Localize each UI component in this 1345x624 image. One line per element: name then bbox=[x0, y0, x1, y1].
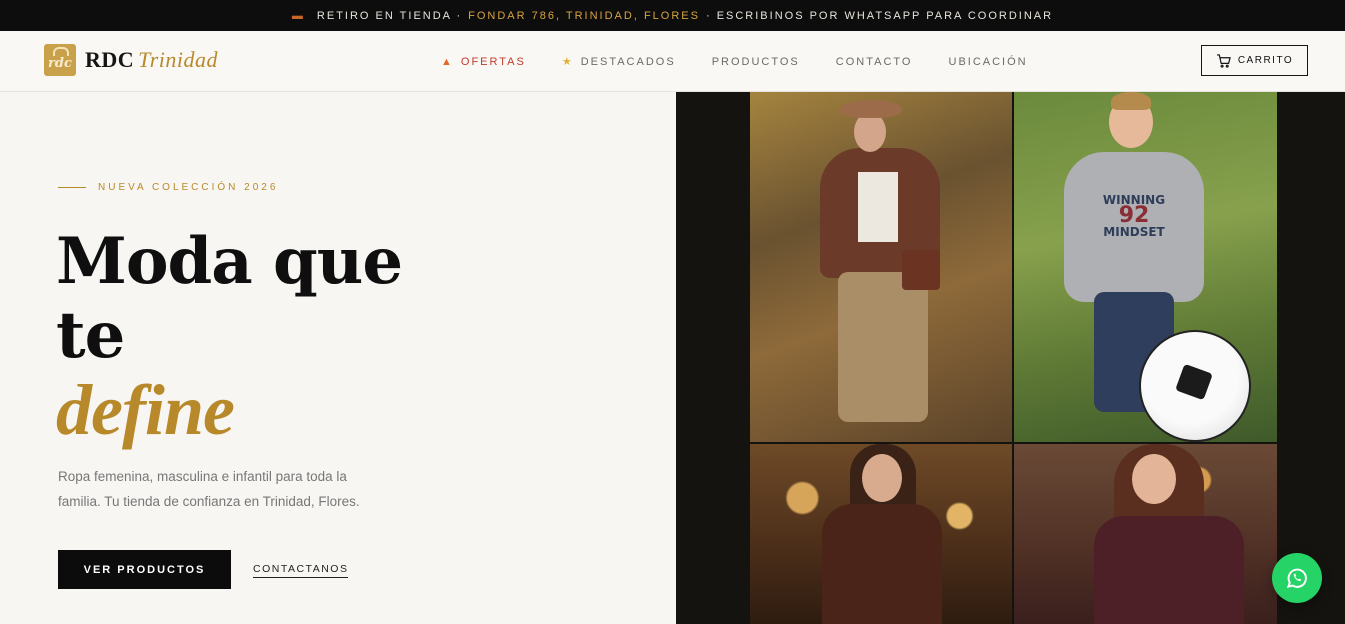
figure-handbag bbox=[902, 250, 940, 290]
photo-kid-soccer: WINNING 92 MINDSET bbox=[1014, 92, 1277, 442]
announcement-lead: RETIRO EN TIENDA · bbox=[316, 9, 463, 22]
sweatshirt-print: WINNING 92 MINDSET bbox=[1094, 192, 1174, 240]
headline-line-1: Moda que bbox=[56, 224, 403, 299]
nav-menu: ▲ OFERTAS ★ DESTACADOS PRODUCTOS CONTACT… bbox=[441, 31, 1064, 92]
figure-hair bbox=[1111, 92, 1151, 110]
truck-icon: ▬ bbox=[291, 9, 305, 22]
nav-item-label: OFERTAS bbox=[460, 55, 526, 68]
announcement-address: FONDAR 786, TRINIDAD, FLORES bbox=[468, 9, 700, 22]
brand-name: RDC Trinidad bbox=[85, 47, 218, 73]
nav-item-label: CONTACTO bbox=[835, 55, 913, 68]
hero-description: Ropa femenina, masculina e infantil para… bbox=[58, 469, 360, 509]
nav-item-label: DESTACADOS bbox=[580, 55, 676, 68]
announcement-tail: · ESCRIBINOS POR WHATSAPP PARA COORDINAR bbox=[705, 9, 1054, 22]
brand-name-italic: Trinidad bbox=[138, 47, 218, 72]
announcement-bar: ▬ RETIRO EN TIENDA · FONDAR 786, TRINIDA… bbox=[0, 0, 1345, 31]
hero-eyebrow: NUEVA COLECCIÓN 2026 bbox=[58, 182, 278, 193]
figure-head bbox=[862, 454, 902, 502]
figure-head bbox=[854, 112, 886, 152]
hero-headline: Moda que te define bbox=[56, 224, 403, 450]
nav-item-label: PRODUCTOS bbox=[711, 55, 800, 68]
headline-line-2: te bbox=[56, 298, 125, 373]
flame-icon: ▲ bbox=[441, 55, 454, 68]
headline-accent: define bbox=[56, 370, 235, 450]
view-products-button[interactable]: VER PRODUCTOS bbox=[58, 550, 231, 589]
main-navbar: rdc RDC Trinidad ▲ OFERTAS ★ DESTACADOS P… bbox=[0, 31, 1345, 92]
photo-woman-autumn bbox=[750, 92, 1012, 442]
nav-item-destacados[interactable]: ★ DESTACADOS bbox=[561, 55, 676, 69]
sweatshirt-number: 92 bbox=[1118, 203, 1150, 228]
nav-item-label: UBICACIÓN bbox=[948, 55, 1028, 68]
star-icon: ★ bbox=[561, 56, 574, 68]
nav-item-productos[interactable]: PRODUCTOS bbox=[712, 56, 800, 68]
figure-hat bbox=[840, 100, 902, 118]
hero-photo-collage: WINNING 92 MINDSET bbox=[676, 92, 1345, 624]
whatsapp-button[interactable] bbox=[1272, 553, 1322, 603]
figure-dress bbox=[1094, 516, 1244, 624]
brand-name-bold: RDC bbox=[85, 47, 135, 72]
photo-woman-party bbox=[750, 444, 1012, 624]
nav-item-contacto[interactable]: CONTACTO bbox=[836, 56, 913, 68]
cart-icon bbox=[1216, 53, 1231, 68]
figure-dress bbox=[822, 504, 942, 624]
hero-content: NUEVA COLECCIÓN 2026 Moda que te define … bbox=[0, 92, 676, 624]
whatsapp-icon bbox=[1286, 568, 1307, 589]
cart-button[interactable]: CARRITO bbox=[1201, 45, 1308, 76]
contact-link[interactable]: CONTACTANOS bbox=[253, 563, 349, 578]
figure-head bbox=[1132, 454, 1176, 504]
eyebrow-line bbox=[58, 187, 86, 188]
figure-pants bbox=[838, 272, 928, 422]
photo-woman-celebration bbox=[1014, 444, 1277, 624]
figure-shirt bbox=[858, 172, 898, 242]
cart-label: CARRITO bbox=[1237, 55, 1294, 66]
soccer-ball bbox=[1139, 330, 1251, 442]
eyebrow-text: NUEVA COLECCIÓN 2026 bbox=[98, 182, 279, 193]
bag-logo-icon: rdc bbox=[44, 44, 76, 76]
brand-logo[interactable]: rdc RDC Trinidad bbox=[44, 44, 218, 76]
nav-item-ubicacion[interactable]: UBICACIÓN bbox=[949, 56, 1028, 68]
nav-item-ofertas[interactable]: ▲ OFERTAS bbox=[441, 56, 526, 68]
sweatshirt-text-2: MINDSET bbox=[1103, 225, 1165, 239]
